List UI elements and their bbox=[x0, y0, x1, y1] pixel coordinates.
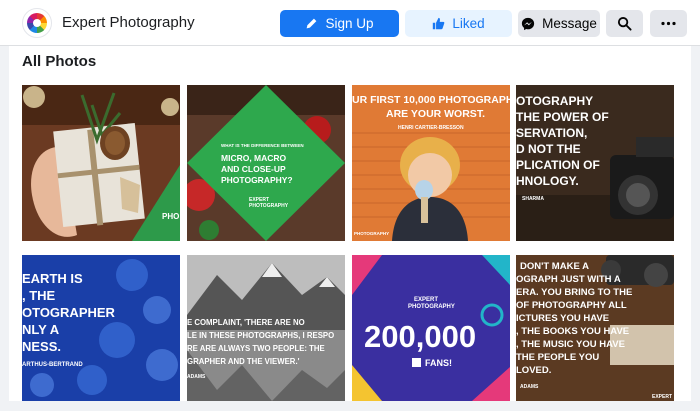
photo-200000-number: 200,000 bbox=[364, 319, 476, 354]
photo-observation[interactable]: OTOGRAPHY THE POWER OF SERVATION, D NOT … bbox=[516, 85, 674, 241]
photo-camera-line-3: ERA. YOU BRING TO THE bbox=[516, 287, 632, 298]
photo-first-10000-line-2: ARE YOUR WORST. bbox=[386, 108, 485, 120]
photo-200000-brand-2: PHOTOGRAPHY bbox=[408, 304, 455, 310]
photo-camera-author: ADAMS bbox=[520, 384, 539, 390]
photo-first-10000[interactable]: UR FIRST 10,000 PHOTOGRAPH ARE YOUR WORS… bbox=[352, 85, 510, 241]
photo-micro-macro-line-2: AND CLOSE-UP bbox=[221, 164, 286, 174]
photo-200000-brand-1: EXPERT bbox=[414, 297, 438, 303]
photo-camera-line-8: THE PEOPLE YOU bbox=[516, 352, 599, 363]
photo-earth-line-2: , THE bbox=[22, 288, 56, 303]
message-button[interactable]: Message bbox=[518, 10, 600, 37]
messenger-icon bbox=[521, 17, 535, 30]
photo-observation-line-5: PLICATION OF bbox=[516, 158, 600, 172]
photo-observation-image: OTOGRAPHY THE POWER OF SERVATION, D NOT … bbox=[516, 85, 674, 241]
liked-button[interactable]: Liked bbox=[405, 10, 512, 37]
photo-observation-line-3: SERVATION, bbox=[516, 126, 587, 140]
photo-observation-line-2: THE POWER OF bbox=[516, 110, 609, 124]
photo-first-10000-author: HENRI CARTIER-BRESSON bbox=[398, 125, 464, 131]
photo-micro-macro-line-1: MICRO, MACRO bbox=[221, 153, 287, 163]
liked-label: Liked bbox=[452, 16, 485, 31]
photo-200000-fans[interactable]: EXPERT PHOTOGRAPHY 200,000 FANS! bbox=[352, 255, 510, 411]
photo-earth-image: EARTH IS , THE OTOGRAPHER NLY A NESS. AR… bbox=[22, 255, 180, 401]
message-label: Message bbox=[542, 16, 597, 31]
photo-200000-fans-label: FANS! bbox=[425, 358, 452, 368]
photo-camera-brand: EXPERT bbox=[652, 394, 672, 400]
photo-observation-line-6: HNOLOGY. bbox=[516, 174, 579, 188]
photo-micro-macro-subtitle: WHAT IS THE DIFFERENCE BETWEEN bbox=[221, 143, 304, 148]
photo-micro-macro-image: WHAT IS THE DIFFERENCE BETWEEN MICRO, MA… bbox=[187, 85, 345, 241]
photo-gift-box[interactable]: PHO bbox=[22, 85, 180, 241]
photo-micro-macro[interactable]: WHAT IS THE DIFFERENCE BETWEEN MICRO, MA… bbox=[187, 85, 345, 241]
photo-observation-author: SHARMA bbox=[522, 196, 544, 202]
photo-earth-line-4: NLY A bbox=[22, 322, 60, 337]
page-name[interactable]: Expert Photography bbox=[62, 14, 195, 31]
sign-up-button[interactable]: Sign Up bbox=[280, 10, 399, 37]
photo-observation-line-4: D NOT THE bbox=[516, 142, 581, 156]
photo-mountain-author: ADAMS bbox=[187, 374, 206, 380]
photo-mountain-line-1: E COMPLAINT, 'THERE ARE NO bbox=[187, 318, 305, 327]
more-icon bbox=[661, 21, 676, 26]
photo-camera-line-1: DON'T MAKE A bbox=[520, 261, 589, 272]
photo-mountain[interactable]: E COMPLAINT, 'THERE ARE NO LE IN THESE P… bbox=[187, 255, 345, 411]
photo-camera-line-2: OGRAPH JUST WITH A bbox=[516, 274, 621, 285]
photo-micro-macro-brand-2: PHOTOGRAPHY bbox=[249, 203, 289, 209]
page-header: Expert Photography Sign Up Liked Message bbox=[0, 0, 700, 46]
photo-first-10000-image: UR FIRST 10,000 PHOTOGRAPH ARE YOUR WORS… bbox=[352, 85, 510, 241]
photo-earth[interactable]: EARTH IS , THE OTOGRAPHER NLY A NESS. AR… bbox=[22, 255, 180, 411]
photo-earth-line-3: OTOGRAPHER bbox=[22, 305, 116, 320]
photo-mountain-line-3: RE ARE ALWAYS TWO PEOPLE: THE bbox=[187, 344, 325, 353]
facebook-icon bbox=[412, 358, 421, 367]
photo-camera-line-6: , THE BOOKS YOU HAVE bbox=[516, 326, 629, 337]
photo-first-10000-brand: PHOTOGRAPHY bbox=[354, 231, 389, 236]
search-icon bbox=[617, 16, 632, 31]
photo-earth-author: ARTHUS-BERTRAND bbox=[22, 362, 83, 368]
photo-200000-fans-image: EXPERT PHOTOGRAPHY 200,000 FANS! bbox=[352, 255, 510, 401]
photo-micro-macro-line-3: PHOTOGRAPHY? bbox=[221, 175, 293, 185]
photo-gift-box-image: PHO bbox=[22, 85, 180, 241]
page-logo[interactable] bbox=[22, 8, 52, 38]
photo-observation-line-1: OTOGRAPHY bbox=[516, 94, 593, 108]
thumbs-up-icon bbox=[433, 17, 445, 30]
photo-camera-line-7: , THE MUSIC YOU HAVE bbox=[516, 339, 625, 350]
photo-camera-line-9: LOVED. bbox=[516, 365, 551, 376]
sign-up-label: Sign Up bbox=[325, 16, 374, 31]
photo-camera-quote[interactable]: DON'T MAKE A OGRAPH JUST WITH A ERA. YOU… bbox=[516, 255, 674, 411]
pencil-icon bbox=[307, 18, 317, 29]
photo-mountain-image: E COMPLAINT, 'THERE ARE NO LE IN THESE P… bbox=[187, 255, 345, 401]
photo-first-10000-line-1: UR FIRST 10,000 PHOTOGRAPH bbox=[352, 94, 510, 106]
photo-earth-line-5: NESS. bbox=[22, 339, 61, 354]
logo-center bbox=[33, 19, 41, 27]
photo-earth-line-1: EARTH IS bbox=[22, 271, 83, 286]
section-title: All Photos bbox=[22, 53, 97, 70]
more-options-button[interactable] bbox=[650, 10, 687, 37]
photo-camera-line-5: ICTURES YOU HAVE bbox=[516, 313, 609, 324]
search-button[interactable] bbox=[606, 10, 643, 37]
photo-camera-quote-image: DON'T MAKE A OGRAPH JUST WITH A ERA. YOU… bbox=[516, 255, 674, 401]
photo-gift-box-text: PHO bbox=[162, 212, 179, 221]
photo-camera-line-4: OF PHOTOGRAPHY ALL bbox=[516, 300, 627, 311]
photo-mountain-line-2: LE IN THESE PHOTOGRAPHS, I RESPO bbox=[187, 331, 334, 340]
photo-mountain-line-4: GRAPHER AND THE VIEWER.' bbox=[187, 357, 300, 366]
